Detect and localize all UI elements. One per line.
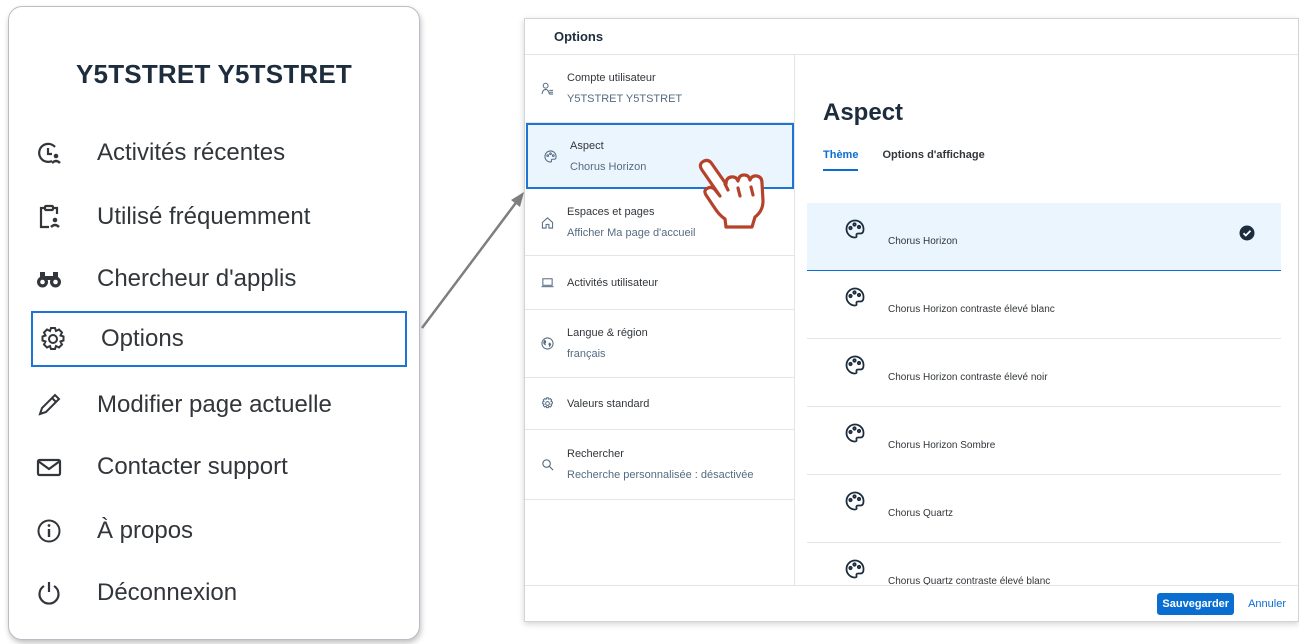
menu-item-label: Contacter support <box>97 453 288 480</box>
nav-item-title: Compte utilisateur <box>567 72 656 84</box>
power-icon <box>31 575 67 611</box>
options-dialog: Options Compte utilisateur Y5TSTRET Y5TS… <box>524 18 1299 622</box>
laptop-icon <box>539 276 555 289</box>
save-button[interactable]: Sauvegarder <box>1157 592 1235 615</box>
settings-icon <box>539 397 555 410</box>
recent-activity-icon <box>31 135 67 171</box>
palette-icon <box>542 149 558 163</box>
menu-item-label: Chercheur d'applis <box>97 265 297 292</box>
pointing-hand-icon <box>698 158 765 229</box>
nav-item-default-values[interactable]: Valeurs standard <box>525 378 795 430</box>
nav-item-language-region[interactable]: Langue & région français <box>525 310 795 378</box>
menu-item-frequently-used[interactable]: Utilisé fréquemment <box>29 193 409 241</box>
nav-item-title: Activités utilisateur <box>567 276 659 289</box>
tab-theme[interactable]: Thème <box>823 147 859 171</box>
menu-item-logout[interactable]: Déconnexion <box>29 569 409 617</box>
menu-item-label: Activités récentes <box>97 139 286 166</box>
tab-bar: Thème Options d'affichage <box>823 147 985 171</box>
menu-item-options[interactable]: Options <box>31 311 407 367</box>
theme-label: Chorus Horizon contraste élevé blanc <box>888 304 1055 315</box>
info-icon <box>31 513 67 549</box>
menu-item-about[interactable]: À propos <box>29 507 409 555</box>
palette-icon <box>845 491 865 511</box>
nav-item-user-activities[interactable]: Activités utilisateur <box>525 256 795 310</box>
menu-item-label: Modifier page actuelle <box>97 391 332 418</box>
palette-icon <box>845 423 865 443</box>
theme-label: Chorus Horizon <box>888 236 958 247</box>
theme-item[interactable]: Chorus Horizon Sombre <box>807 407 1281 475</box>
nav-item-subtitle: Recherche personnalisée : désactivée <box>567 469 754 481</box>
theme-item[interactable]: Chorus Horizon contraste élevé noir <box>807 339 1281 407</box>
globe-icon <box>539 337 555 350</box>
user-icon <box>539 82 555 95</box>
dialog-title: Options <box>525 19 1298 55</box>
nav-item-subtitle: Afficher Ma page d'accueil <box>567 227 696 239</box>
palette-icon <box>845 219 865 239</box>
nav-item-search[interactable]: Rechercher Recherche personnalisée : dés… <box>525 430 795 500</box>
frequently-used-icon <box>31 199 67 235</box>
search-icon <box>539 458 555 471</box>
menu-item-label: Utilisé fréquemment <box>97 203 311 230</box>
nav-item-title: Espaces et pages <box>567 206 655 218</box>
theme-label: Chorus Horizon Sombre <box>888 440 996 451</box>
menu-item-edit-current-page[interactable]: Modifier page actuelle <box>29 381 409 429</box>
palette-icon <box>845 559 865 579</box>
nav-item-subtitle: Chorus Horizon <box>570 160 647 173</box>
envelope-icon <box>31 449 67 485</box>
tab-display-options[interactable]: Options d'affichage <box>882 147 984 171</box>
menu-item-label: À propos <box>97 517 194 544</box>
nav-item-subtitle: Y5TSTRET Y5TSTRET <box>567 93 683 105</box>
binoculars-icon <box>31 261 67 297</box>
gear-icon <box>35 321 71 357</box>
theme-label: Chorus Horizon contraste élevé noir <box>888 372 1048 383</box>
options-nav: Compte utilisateur Y5TSTRET Y5TSTRET Asp… <box>525 55 795 587</box>
theme-item[interactable]: Chorus Horizon <box>807 203 1281 271</box>
nav-item-subtitle: français <box>567 348 606 360</box>
theme-item[interactable]: Chorus Horizon contraste élevé blanc <box>807 271 1281 339</box>
palette-icon <box>845 355 865 375</box>
connector-arrow <box>421 192 524 329</box>
menu-item-app-finder[interactable]: Chercheur d'applis <box>29 255 409 303</box>
nav-item-title: Rechercher <box>567 448 624 460</box>
menu-item-label: Déconnexion <box>97 579 238 606</box>
cancel-button[interactable]: Annuler <box>1248 598 1286 610</box>
theme-item[interactable]: Chorus Quartz <box>807 475 1281 543</box>
user-actions-menu: Y5TSTRET Y5TSTRET Activités récentes Uti… <box>8 6 420 640</box>
pencil-icon <box>31 387 67 423</box>
nav-item-user-account[interactable]: Compte utilisateur Y5TSTRET Y5TSTRET <box>525 55 795 123</box>
nav-item-title: Aspect <box>570 139 604 152</box>
nav-item-title: Langue & région <box>567 327 648 339</box>
menu-item-label: Options <box>101 325 184 352</box>
checkmark-icon <box>1239 225 1255 241</box>
menu-item-contact-support[interactable]: Contacter support <box>29 443 409 491</box>
menu-item-recent-activities[interactable]: Activités récentes <box>29 129 409 177</box>
dialog-footer: Sauvegarder Annuler <box>525 585 1298 621</box>
appearance-content: Aspect Thème Options d'affichage Chorus … <box>795 55 1298 611</box>
palette-icon <box>845 287 865 307</box>
content-title: Aspect <box>823 99 904 126</box>
user-name: Y5TSTRET Y5TSTRET <box>76 59 352 89</box>
theme-label: Chorus Quartz <box>888 508 954 519</box>
home-icon <box>539 216 555 229</box>
theme-list: Chorus Horizon Chorus Horizon contraste … <box>807 203 1281 611</box>
nav-item-title: Valeurs standard <box>567 397 650 410</box>
